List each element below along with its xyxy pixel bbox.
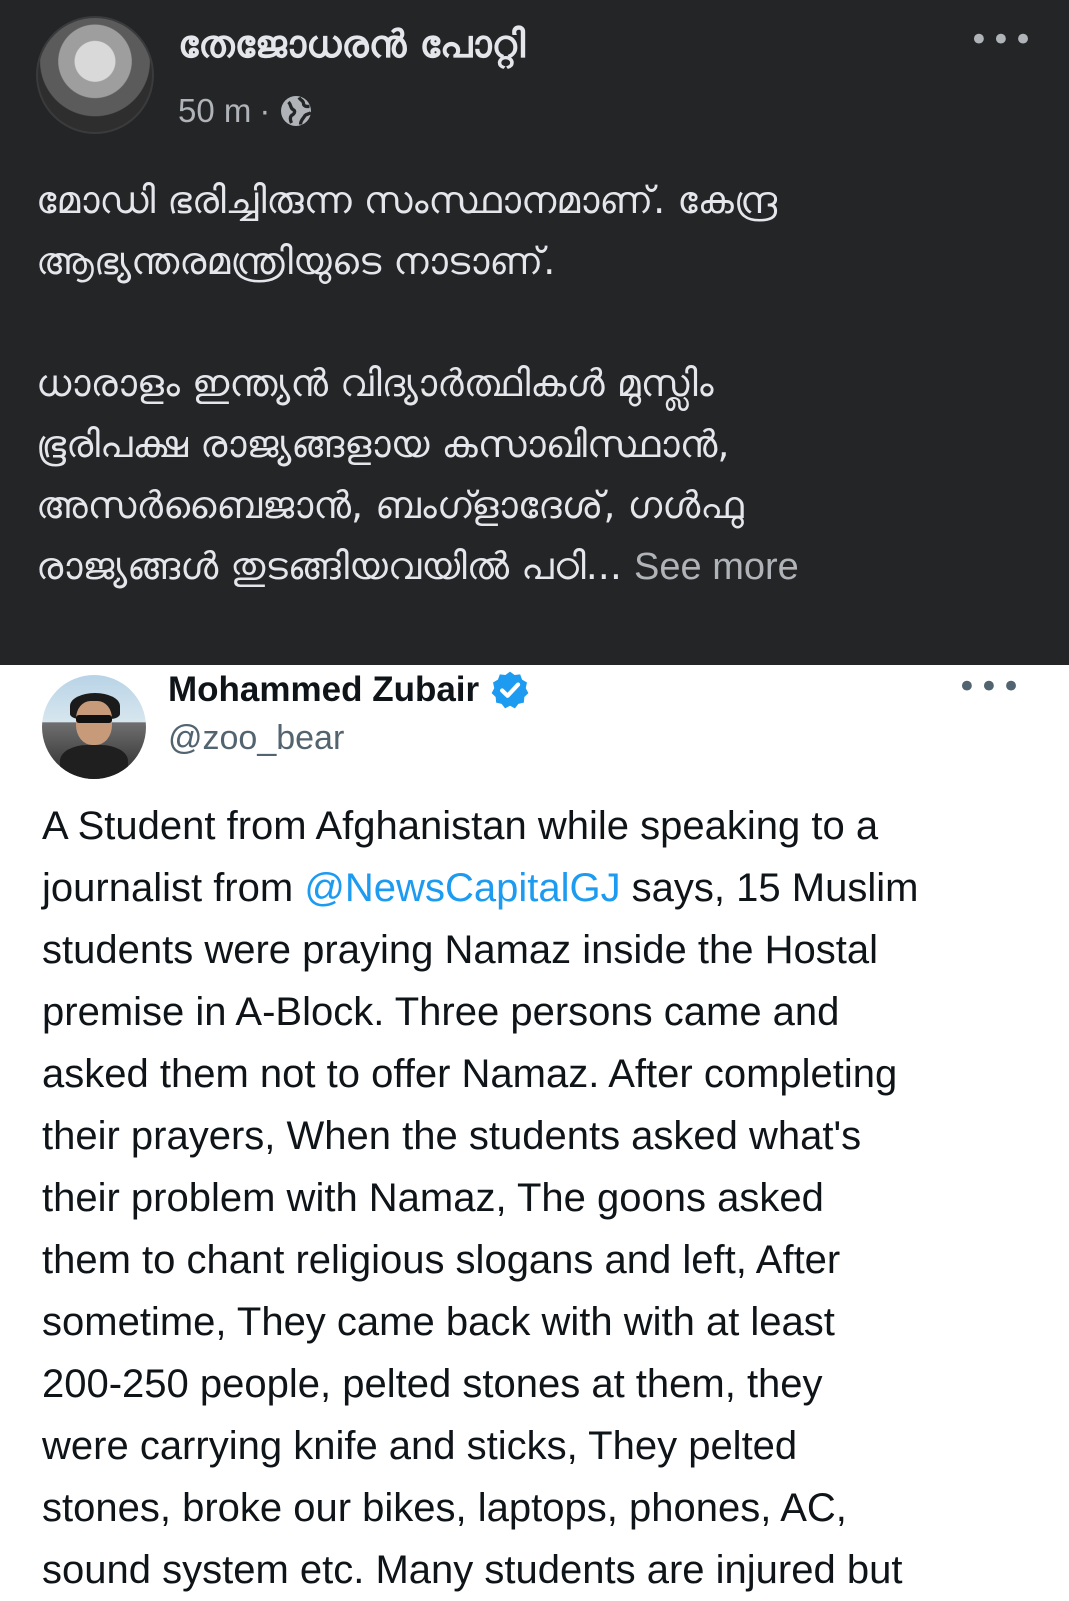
tweet-more-options-icon[interactable]: ••• — [957, 667, 1023, 707]
facebook-post: തേജോധരൻ പോറ്റി 50 m · ••• മോഡി ഭരിച്ചിരു… — [0, 0, 1069, 665]
fb-text-last-line: രാജ്യങ്ങൾ തുടങ്ങിയവയിൽ പഠി... See more — [36, 536, 1036, 598]
tweet-name-row: Mohammed Zubair — [168, 669, 531, 711]
see-more-link[interactable]: See more — [634, 546, 799, 588]
fb-timestamp[interactable]: 50 m — [178, 92, 251, 130]
fb-post-meta: 50 m · — [178, 92, 314, 130]
tweet-author-avatar[interactable] — [42, 675, 146, 779]
fb-post-text: മോഡി ഭരിച്ചിരുന്ന സംസ്ഥാനമാണ്. കേന്ദ്ര ആ… — [36, 170, 1036, 598]
fb-text-line: ധാരാളം ഇന്ത്യൻ വിദ്യാർത്ഥികൾ മുസ്ലിം — [36, 361, 714, 405]
tweet-text: A Student from Afghanistan while speakin… — [42, 795, 1042, 1601]
fb-text-truncated: രാജ്യങ്ങൾ തുടങ്ങിയവയിൽ പഠി... — [36, 544, 622, 588]
fb-author-avatar[interactable] — [36, 16, 154, 134]
fb-text-line: മോഡി ഭരിച്ചിരുന്ന സംസ്ഥാനമാണ്. കേന്ദ്ര — [36, 178, 778, 222]
tweet-author-handle[interactable]: @zoo_bear — [168, 719, 344, 758]
tweet-screenshot: Mohammed Zubair @zoo_bear ••• A Student … — [0, 665, 1069, 1600]
fb-meta-separator: · — [259, 92, 271, 129]
verified-badge-icon — [489, 669, 531, 711]
fb-text-line: ഭൂരിപക്ഷ രാജ്യങ്ങളായ കസാഖിസ്ഥാൻ, — [36, 422, 730, 466]
globe-icon — [278, 93, 314, 129]
tweet-author-name[interactable]: Mohammed Zubair — [168, 670, 479, 710]
tweet-mention-link[interactable]: @NewsCapitalGJ — [304, 866, 620, 910]
fb-author-name[interactable]: തേജോധരൻ പോറ്റി — [178, 22, 525, 67]
fb-more-options-icon[interactable]: ••• — [969, 20, 1035, 60]
tweet-text-part: says, 15 Muslim students were praying Na… — [42, 866, 919, 1592]
fb-text-line: ആഭ്യന്തരമന്ത്രിയുടെ നാടാണ്. — [36, 239, 556, 283]
fb-text-line: അസർബൈജാൻ, ബംഗ്ളാദേശ്, ഗൾഫു — [36, 483, 744, 527]
